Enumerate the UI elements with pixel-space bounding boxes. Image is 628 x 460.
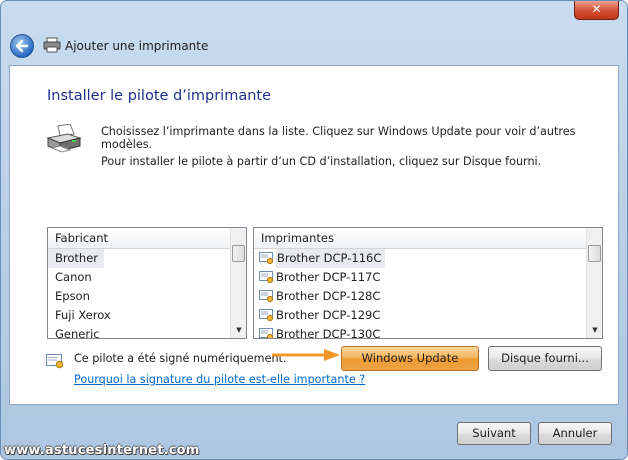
driver-certificate-icon (259, 290, 273, 303)
back-button[interactable] (10, 34, 34, 58)
manufacturer-list[interactable]: Fabricant Brother Canon Epson Fuji Xerox… (47, 227, 247, 339)
scroll-down-arrow[interactable]: ▼ (231, 322, 246, 338)
list-item[interactable]: Generic (48, 325, 246, 338)
close-button[interactable]: ✕ (574, 1, 619, 20)
scrollbar[interactable]: ▼ (586, 228, 602, 338)
list-item[interactable]: Fuji Xerox (48, 306, 246, 325)
window-title: Ajouter une imprimante (65, 39, 209, 53)
list-item[interactable]: Canon (48, 268, 246, 287)
pointer-arrow-icon (272, 349, 340, 361)
cancel-button[interactable]: Annuler (538, 422, 612, 445)
add-printer-window: ✕ Ajouter une imprimante Installer le pi… (0, 0, 628, 460)
watermark: www.astucesinternet.com (4, 443, 200, 458)
next-button[interactable]: Suivant (457, 422, 531, 445)
list-item-label: Brother (48, 249, 105, 268)
printer-icon (43, 37, 61, 53)
scrollbar[interactable]: ▼ (230, 228, 246, 338)
signed-driver-text: Ce pilote a été signé numériquement. (74, 352, 287, 365)
list-item[interactable]: Epson (48, 287, 246, 306)
have-disk-button[interactable]: Disque fourni... (488, 346, 602, 371)
printer-list[interactable]: Imprimantes Brother DCP-116C Brother DCP… (253, 227, 603, 339)
instruction-text: Choisissez l’imprimante dans la liste. C… (101, 125, 576, 151)
driver-certificate-icon (259, 252, 273, 265)
printer-list-header: Imprimantes (254, 228, 602, 249)
scrollbar-thumb[interactable] (232, 245, 245, 262)
printer-icon (46, 124, 82, 153)
signed-certificate-icon (46, 354, 64, 369)
list-item[interactable]: Brother (48, 249, 246, 268)
list-item-label: Brother DCP-116C (276, 249, 386, 268)
list-item[interactable]: Brother DCP-128C (254, 287, 602, 306)
list-item[interactable]: Brother DCP-130C (254, 325, 602, 339)
manufacturer-list-header: Fabricant (48, 228, 246, 249)
list-item[interactable]: Brother DCP-116C (254, 249, 602, 268)
instruction-text-cd: Pour installer le pilote à partir d’un C… (101, 155, 542, 168)
scroll-down-arrow[interactable]: ▼ (587, 322, 602, 338)
list-item[interactable]: Brother DCP-129C (254, 306, 602, 325)
close-icon: ✕ (591, 2, 602, 16)
windows-update-button[interactable]: Windows Update (341, 346, 479, 371)
driver-certificate-icon (259, 309, 273, 322)
list-item[interactable]: Brother DCP-117C (254, 268, 602, 287)
list-item-label: Brother DCP-130C (276, 327, 381, 339)
list-item-label: Brother DCP-129C (276, 308, 381, 322)
list-item-label: Brother DCP-128C (276, 289, 381, 303)
driver-signing-help-link[interactable]: Pourquoi la signature du pilote est-elle… (74, 373, 365, 386)
wizard-content: Installer le pilote d’imprimante Choisis… (9, 65, 619, 405)
driver-certificate-icon (259, 328, 273, 338)
back-arrow-icon (15, 39, 29, 53)
scrollbar-thumb[interactable] (588, 245, 601, 262)
driver-certificate-icon (259, 271, 273, 284)
page-title: Installer le pilote d’imprimante (47, 88, 272, 104)
list-item-label: Brother DCP-117C (276, 270, 381, 284)
